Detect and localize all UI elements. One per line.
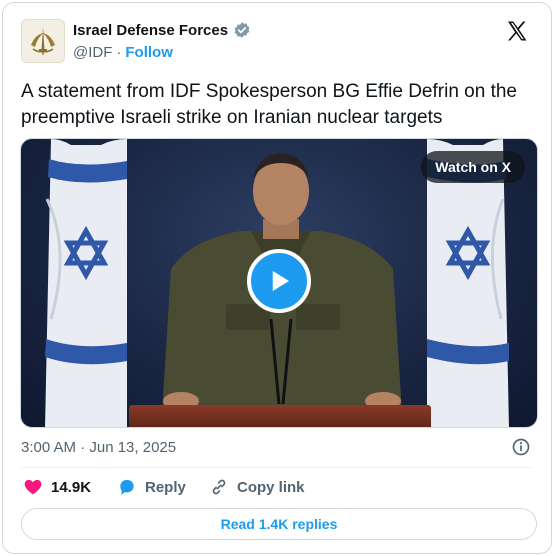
info-icon[interactable] [511, 437, 531, 457]
author-name-row: Israel Defense Forces [73, 21, 251, 39]
tweet-timestamp[interactable]: 3:00 AM · Jun 13, 2025 [21, 439, 176, 456]
divider [21, 467, 533, 468]
handle-separator: · [116, 44, 122, 61]
copy-link-label: Copy link [237, 478, 305, 496]
like-button[interactable]: 14.9K [23, 477, 113, 497]
follow-button[interactable]: Follow [125, 44, 173, 61]
copy-link-button[interactable]: Copy link [209, 477, 305, 497]
like-count: 14.9K [51, 478, 92, 496]
verified-badge-icon [234, 22, 250, 38]
israel-flag-left [45, 139, 127, 427]
reply-label: Reply [145, 478, 186, 496]
x-logo-icon[interactable] [505, 19, 529, 43]
read-replies-button[interactable]: Read 1.4K replies [21, 508, 537, 540]
link-icon [212, 479, 226, 495]
avatar[interactable] [21, 19, 65, 63]
tweet-card: Israel Defense Forces @IDF · Follow A st… [2, 2, 552, 554]
play-icon [272, 271, 289, 291]
author-handle-row: @IDF · Follow [73, 44, 173, 61]
tweet-text: A statement from IDF Spokesperson BG Eff… [21, 81, 517, 128]
heart-icon [24, 479, 42, 495]
action-bar: 14.9K Reply Copy link [23, 477, 305, 497]
video-player[interactable]: Watch on X [20, 138, 538, 428]
podium [129, 405, 431, 427]
watch-on-x-button[interactable]: Watch on X [421, 151, 525, 183]
reply-bubble-icon [120, 479, 134, 495]
play-button[interactable] [247, 249, 311, 313]
idf-emblem-icon [31, 27, 55, 55]
author-handle[interactable]: @IDF [73, 44, 112, 61]
author-display-name[interactable]: Israel Defense Forces [73, 22, 228, 39]
reply-button[interactable]: Reply [117, 477, 205, 497]
